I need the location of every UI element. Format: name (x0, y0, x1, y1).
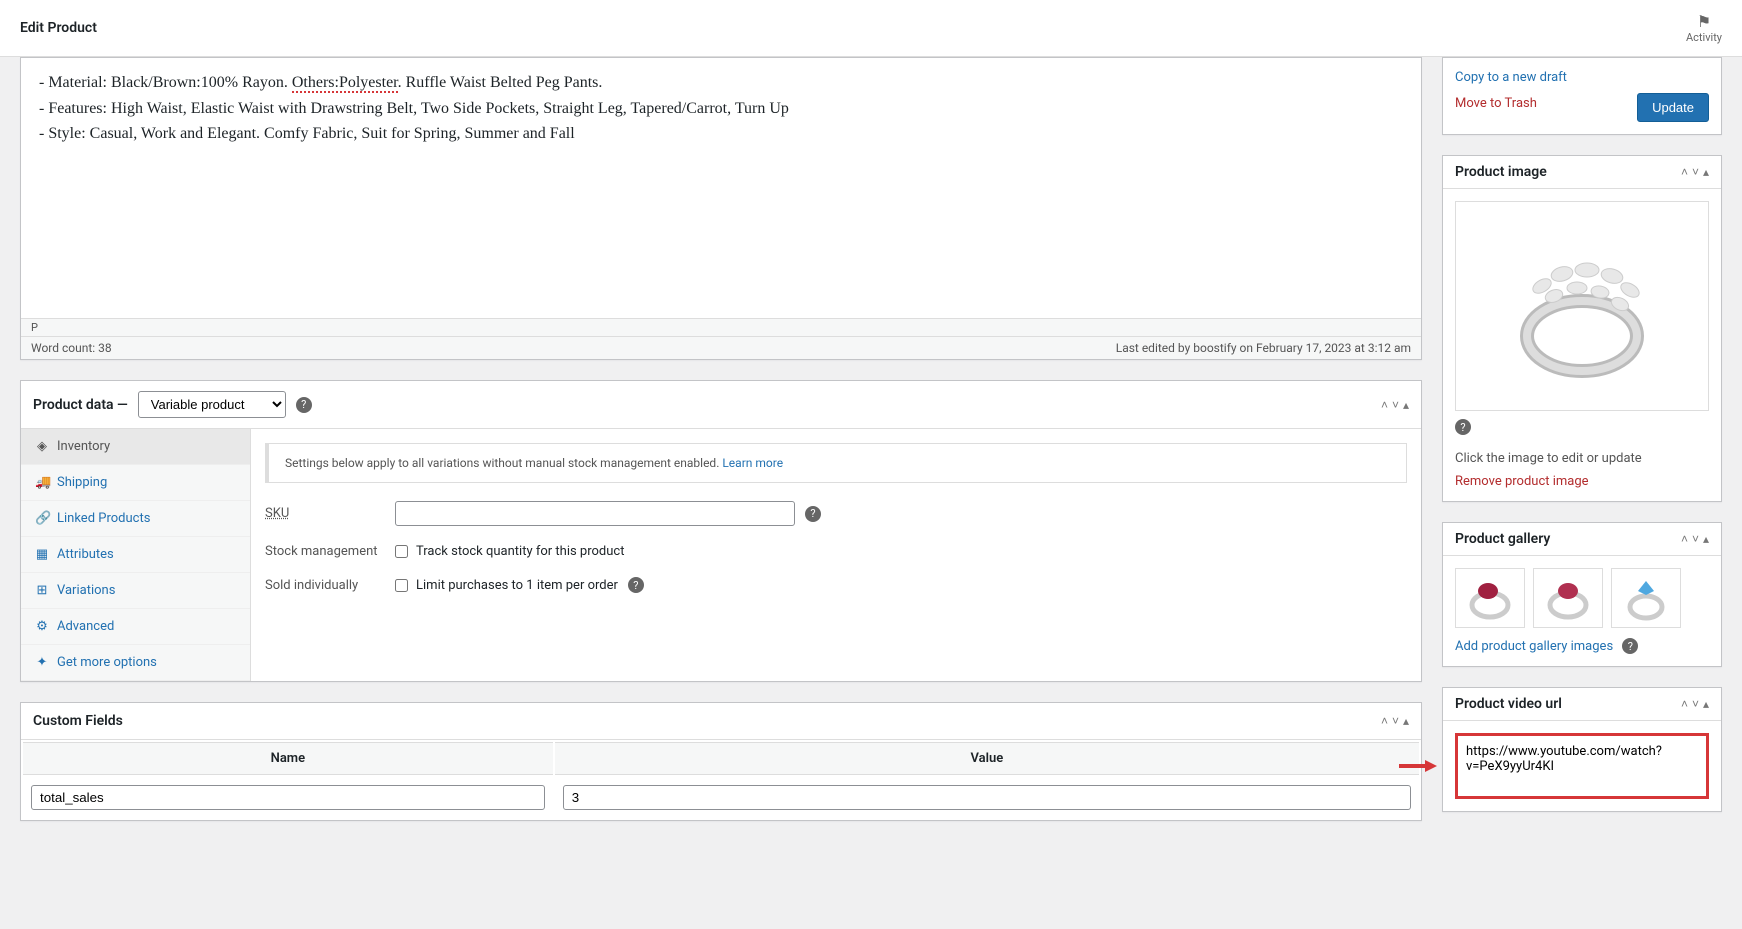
editor-text: . Ruffle Waist Belted Peg Pants. (398, 74, 603, 91)
sku-input[interactable] (395, 501, 795, 526)
tab-shipping[interactable]: 🚚Shipping (21, 465, 250, 501)
editor-box: - Material: Black/Brown:100% Rayon. Othe… (20, 57, 1422, 360)
chevron-down-icon[interactable]: ˅ (1692, 532, 1699, 546)
gear-icon: ⚙ (35, 619, 49, 634)
tab-linked-products[interactable]: 🔗Linked Products (21, 501, 250, 537)
product-data-title: Product data — (33, 397, 128, 413)
help-icon[interactable]: ? (628, 577, 644, 593)
page-title: Edit Product (20, 20, 97, 36)
add-gallery-images-link[interactable]: Add product gallery images (1455, 639, 1613, 654)
last-edited: Last edited by boostify on February 17, … (1116, 341, 1411, 355)
publish-box: Copy to a new draft Move to Trash Update (1442, 57, 1722, 135)
copy-draft-link[interactable]: Copy to a new draft (1455, 70, 1709, 85)
triangle-icon[interactable]: ▴ (1403, 398, 1409, 412)
product-gallery-title: Product gallery (1455, 531, 1550, 547)
custom-fields-box: Custom Fields ˄ ˅ ▴ Name Value (20, 702, 1422, 821)
video-url-highlight (1455, 733, 1709, 799)
triangle-icon[interactable]: ▴ (1703, 532, 1709, 546)
product-video-url-box: Product video url ˄ ˅ ▴ (1442, 687, 1722, 812)
chevron-down-icon[interactable]: ˅ (1692, 697, 1699, 711)
activity-label: Activity (1686, 31, 1722, 44)
activity-button[interactable]: ⚑ Activity (1686, 12, 1722, 44)
sold-individually-text: Limit purchases to 1 item per order (416, 578, 618, 593)
update-button[interactable]: Update (1637, 93, 1709, 122)
product-data-box: Product data — Variable product ? ˄ ˅ ▴ … (20, 380, 1422, 682)
editor-text: - Features: High Waist, Elastic Waist wi… (39, 96, 1403, 122)
link-icon: 🔗 (35, 511, 49, 526)
product-gallery-box: Product gallery ˄ ˅ ▴ (1442, 522, 1722, 667)
cf-name-header: Name (23, 742, 553, 775)
ring-image (1460, 206, 1704, 406)
tab-more-options[interactable]: ✦Get more options (21, 645, 250, 681)
stock-management-label: Stock management (265, 544, 395, 559)
editor-spellcheck: Others:Polyester (292, 74, 398, 93)
gallery-thumb[interactable] (1455, 568, 1525, 628)
help-icon[interactable]: ? (1622, 638, 1638, 654)
editor-text: - Material: Black/Brown:100% Rayon. (39, 74, 292, 91)
activity-flag-icon: ⚑ (1686, 12, 1722, 31)
sold-individually-checkbox[interactable] (395, 579, 408, 592)
tab-attributes[interactable]: ▦Attributes (21, 537, 250, 573)
cf-value-input[interactable] (563, 785, 1411, 810)
grid-icon: ▦ (35, 547, 49, 562)
wand-icon: ✦ (35, 655, 49, 670)
sold-individually-label: Sold individually (265, 578, 395, 593)
help-icon[interactable]: ? (1455, 419, 1471, 435)
sku-label: SKU (265, 506, 395, 521)
chevron-up-icon[interactable]: ˄ (1381, 714, 1388, 728)
gallery-thumb[interactable] (1533, 568, 1603, 628)
product-image-thumbnail[interactable] (1455, 201, 1709, 411)
chevron-down-icon[interactable]: ˅ (1392, 398, 1399, 412)
editor-content[interactable]: - Material: Black/Brown:100% Rayon. Othe… (21, 58, 1421, 318)
remove-product-image-link[interactable]: Remove product image (1455, 474, 1589, 489)
image-click-hint: Click the image to edit or update (1455, 451, 1709, 466)
annotation-arrow-icon (1397, 756, 1437, 776)
product-image-title: Product image (1455, 164, 1547, 180)
chevron-down-icon[interactable]: ˅ (1692, 165, 1699, 179)
move-to-trash-link[interactable]: Move to Trash (1455, 96, 1537, 111)
help-icon[interactable]: ? (296, 397, 312, 413)
cf-value-header: Value (555, 742, 1419, 775)
chevron-up-icon[interactable]: ˄ (1681, 697, 1688, 711)
word-count: Word count: 38 (31, 341, 112, 355)
product-video-title: Product video url (1455, 696, 1562, 712)
gallery-thumb[interactable] (1611, 568, 1681, 628)
video-url-input[interactable] (1466, 744, 1698, 784)
triangle-icon[interactable]: ▴ (1703, 697, 1709, 711)
tab-variations[interactable]: ⊞Variations (21, 573, 250, 609)
product-type-select[interactable]: Variable product (138, 391, 286, 418)
editor-status-bar: Word count: 38 Last edited by boostify o… (21, 336, 1421, 359)
table-row (23, 777, 1419, 818)
editor-element-path[interactable]: p (21, 318, 1421, 336)
learn-more-link[interactable]: Learn more (722, 456, 783, 470)
chevron-up-icon[interactable]: ˄ (1381, 398, 1388, 412)
inventory-notice: Settings below apply to all variations w… (265, 443, 1407, 483)
track-stock-label: Track stock quantity for this product (416, 544, 624, 559)
triangle-icon[interactable]: ▴ (1403, 714, 1409, 728)
truck-icon: 🚚 (35, 475, 49, 490)
tab-inventory[interactable]: ◈Inventory (21, 429, 250, 465)
editor-text: - Style: Casual, Work and Elegant. Comfy… (39, 121, 1403, 147)
chevron-up-icon[interactable]: ˄ (1681, 532, 1688, 546)
chevron-down-icon[interactable]: ˅ (1392, 714, 1399, 728)
cf-name-input[interactable] (31, 785, 545, 810)
variations-icon: ⊞ (35, 583, 49, 598)
track-stock-checkbox[interactable] (395, 545, 408, 558)
top-bar: Edit Product ⚑ Activity (0, 0, 1742, 57)
chevron-up-icon[interactable]: ˄ (1681, 165, 1688, 179)
custom-fields-title: Custom Fields (33, 713, 123, 729)
tab-advanced[interactable]: ⚙Advanced (21, 609, 250, 645)
inventory-icon: ◈ (35, 439, 49, 454)
triangle-icon[interactable]: ▴ (1703, 165, 1709, 179)
product-data-tabs: ◈Inventory 🚚Shipping 🔗Linked Products ▦A… (21, 429, 251, 681)
product-image-box: Product image ˄ ˅ ▴ (1442, 155, 1722, 502)
help-icon[interactable]: ? (805, 506, 821, 522)
